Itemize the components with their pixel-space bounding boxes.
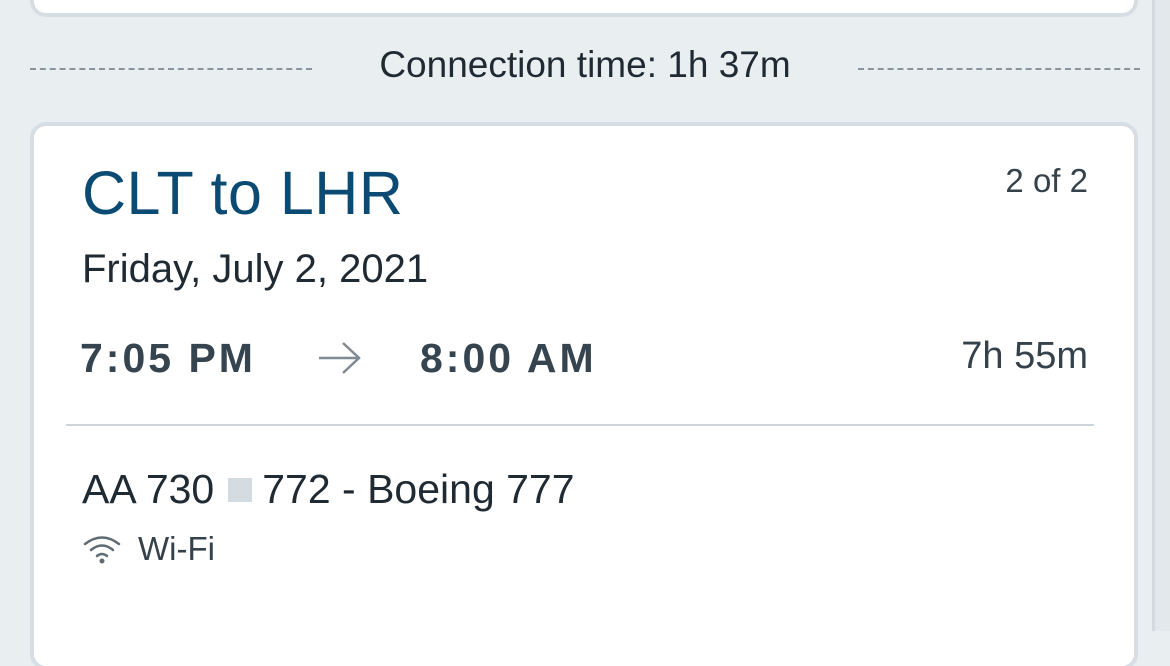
departure-time: 7:05 PM bbox=[80, 335, 256, 381]
flight-number: AA 730 bbox=[82, 466, 215, 512]
amenity-wifi: Wi-Fi bbox=[82, 530, 215, 568]
flight-details: AA 730 772 - Boeing 777 bbox=[82, 466, 575, 513]
flight-date: Friday, July 2, 2021 bbox=[82, 247, 429, 291]
airline-logo-icon bbox=[228, 477, 253, 502]
wifi-icon bbox=[83, 536, 121, 564]
flight-duration: 7h 55m bbox=[961, 335, 1088, 377]
flight-segment-card[interactable]: CLT to LHR 2 of 2 Friday, July 2, 2021 7… bbox=[34, 126, 1134, 666]
connection-divider: Connection time: 1h 37m bbox=[30, 42, 1140, 92]
dashed-line-right bbox=[858, 68, 1140, 70]
aircraft-type: 772 - Boeing 777 bbox=[262, 466, 575, 512]
section-divider bbox=[66, 424, 1094, 426]
amenity-label: Wi-Fi bbox=[138, 530, 215, 567]
route-title: CLT to LHR bbox=[82, 159, 404, 227]
arrival-time: 8:00 AM bbox=[420, 335, 597, 381]
connection-time: Connection time: 1h 37m bbox=[379, 44, 791, 85]
arrow-right-icon bbox=[319, 342, 361, 374]
scroll-edge bbox=[1152, 0, 1170, 631]
segment-count: 2 of 2 bbox=[1005, 162, 1088, 199]
previous-segment-card bbox=[34, 0, 1134, 13]
